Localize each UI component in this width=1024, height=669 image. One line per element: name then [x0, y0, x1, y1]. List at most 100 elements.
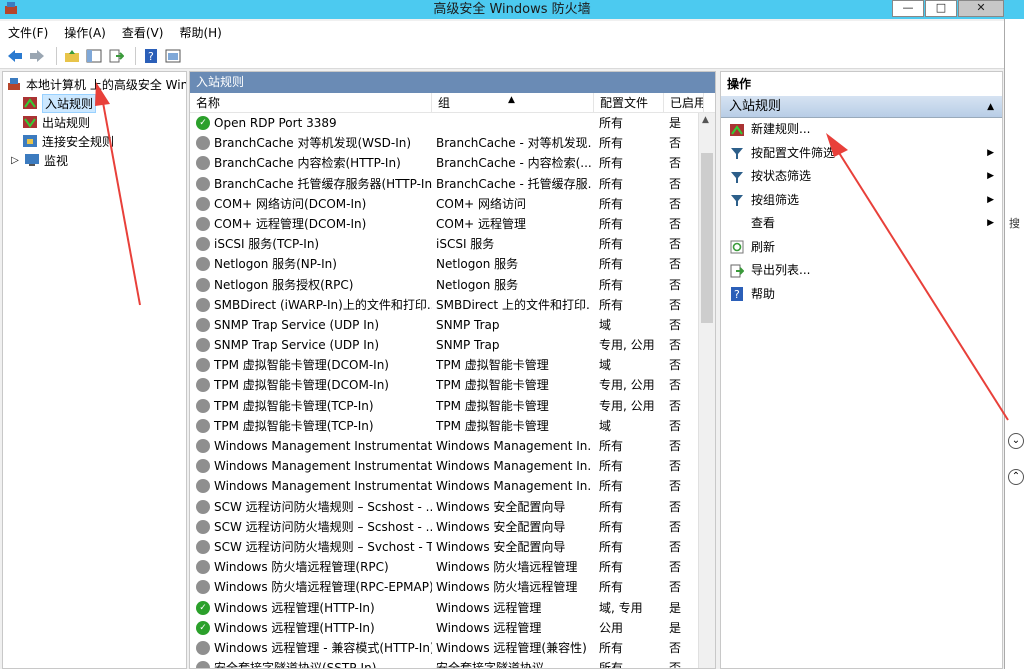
- table-row[interactable]: TPM 虚拟智能卡管理(TCP-In) TPM 虚拟智能卡管理 专用, 公用否: [190, 396, 715, 416]
- back-arrow-icon[interactable]: [6, 47, 24, 65]
- menu-action[interactable]: 操作(A): [64, 24, 106, 41]
- maximize-button[interactable]: □: [925, 0, 957, 17]
- window-controls: — □ ✕: [891, 0, 1004, 19]
- table-row[interactable]: Windows Management Instrumentati... Windo…: [190, 436, 715, 456]
- table-row[interactable]: BranchCache 内容检索(HTTP-In) BranchCache - 内…: [190, 153, 715, 173]
- table-row[interactable]: Windows 防火墙远程管理(RPC) Windows 防火墙远程管理 所有 否: [190, 557, 715, 577]
- table-row[interactable]: ✓ Windows 远程管理(HTTP-In) Windows 远程管理 域, 专用 是: [190, 598, 715, 618]
- tree-item-monitoring[interactable]: ▷ 监视: [10, 151, 68, 169]
- minimize-button[interactable]: —: [892, 0, 924, 17]
- column-profile[interactable]: 配置文件: [594, 93, 664, 113]
- action-label: 按配置文件筛选: [751, 145, 836, 160]
- up-folder-icon[interactable]: [63, 47, 81, 65]
- rule-name: Windows 防火墙远程管理(RPC-EPMAP): [214, 580, 432, 595]
- action-item[interactable]: 查看 ▶: [721, 212, 1002, 236]
- rule-enabled: 否: [669, 580, 682, 595]
- tree-root[interactable]: 本地计算机 上的高级安全 Windows 防火墙: [6, 75, 187, 93]
- vertical-scrollbar[interactable]: ▲: [698, 113, 715, 668]
- scrollbar-thumb[interactable]: [701, 153, 713, 323]
- tree-root-label: 本地计算机 上的高级安全 Windows 防火墙: [26, 77, 187, 92]
- table-row[interactable]: COM+ 网络访问(DCOM-In) COM+ 网络访问 所有 否: [190, 194, 715, 214]
- background-window-fragment: 搜: [1009, 217, 1020, 230]
- table-row[interactable]: BranchCache 对等机发现(WSD-In) BranchCache - 对…: [190, 133, 715, 153]
- scroll-up-icon[interactable]: ▲: [702, 115, 709, 125]
- help-icon[interactable]: ?: [142, 47, 160, 65]
- submenu-arrow-icon: ▶: [987, 147, 994, 158]
- column-name[interactable]: 名称: [190, 93, 432, 113]
- export-list-icon[interactable]: [107, 47, 125, 65]
- action-item[interactable]: 按状态筛选 ▶: [721, 165, 1002, 189]
- menu-file[interactable]: 文件(F): [8, 24, 48, 41]
- rule-enabled: 否: [669, 196, 682, 211]
- rule-enabled: 否: [669, 398, 682, 413]
- show-hide-tree-icon[interactable]: [85, 47, 103, 65]
- rule-profile: 所有: [599, 297, 624, 312]
- rule-name: Windows Management Instrumentati...: [214, 439, 432, 453]
- table-row[interactable]: ✓ Windows 远程管理(HTTP-In) Windows 远程管理 公用 是: [190, 618, 715, 638]
- rule-disabled-icon: [196, 156, 210, 171]
- menu-view[interactable]: 查看(V): [122, 24, 164, 41]
- menu-help[interactable]: 帮助(H): [179, 24, 221, 41]
- action-item[interactable]: 刷新: [721, 236, 1002, 260]
- table-row[interactable]: iSCSI 服务(TCP-In) iSCSI 服务 所有 否: [190, 234, 715, 254]
- action-item[interactable]: 导出列表...: [721, 259, 1002, 283]
- table-row[interactable]: 安全套接字隧道协议(SSTP-In) 安全套接字隧道协议 所有 否: [190, 658, 715, 669]
- rule-enabled: 否: [669, 237, 682, 252]
- rule-name-cell: Netlogon 服务(NP-In): [196, 254, 432, 274]
- table-row[interactable]: Windows Management Instrumentati... Windo…: [190, 456, 715, 476]
- outbound-rules-icon: [22, 115, 38, 129]
- action-item[interactable]: 按组筛选 ▶: [721, 189, 1002, 213]
- table-row[interactable]: SCW 远程访问防火墙规则 – Scshost - ... Windows 安全配…: [190, 517, 715, 537]
- rule-enabled: 否: [669, 499, 682, 514]
- table-row[interactable]: TPM 虚拟智能卡管理(DCOM-In) TPM 虚拟智能卡管理 域 否: [190, 355, 715, 375]
- rule-disabled-icon: [196, 216, 210, 231]
- pane-title: 入站规则: [190, 72, 715, 93]
- rule-group: Windows 安全配置向导: [436, 519, 566, 534]
- table-row[interactable]: TPM 虚拟智能卡管理(TCP-In) TPM 虚拟智能卡管理 域 否: [190, 416, 715, 436]
- table-row[interactable]: ✓ Open RDP Port 3389 所有 是: [190, 113, 715, 133]
- table-row[interactable]: COM+ 远程管理(DCOM-In) COM+ 远程管理 所有 否: [190, 214, 715, 234]
- table-row[interactable]: Windows 防火墙远程管理(RPC-EPMAP) Windows 防火墙远程管…: [190, 577, 715, 597]
- rule-disabled-icon: [196, 459, 210, 474]
- table-row[interactable]: Netlogon 服务授权(RPC) Netlogon 服务 所有 否: [190, 275, 715, 295]
- action-item[interactable]: ? 帮助: [721, 283, 1002, 307]
- table-row[interactable]: BranchCache 托管缓存服务器(HTTP-In) BranchCache …: [190, 174, 715, 194]
- properties-icon[interactable]: [164, 47, 182, 65]
- rule-profile: 域, 专用: [599, 600, 643, 615]
- table-row[interactable]: SNMP Trap Service (UDP In) SNMP Trap 专用, 公…: [190, 335, 715, 355]
- rule-profile: 所有: [599, 277, 624, 292]
- expand-chevron-icon[interactable]: ▷: [10, 153, 20, 167]
- table-row[interactable]: SMBDirect (iWARP-In)上的文件和打印... SMBDirect …: [190, 295, 715, 315]
- column-enabled[interactable]: 已启用: [664, 93, 704, 113]
- rule-profile: 所有: [599, 580, 624, 595]
- rule-name: COM+ 远程管理(DCOM-In): [214, 216, 367, 231]
- action-label: 帮助: [751, 286, 776, 301]
- table-row[interactable]: TPM 虚拟智能卡管理(DCOM-In) TPM 虚拟智能卡管理 专用, 公用否: [190, 375, 715, 395]
- table-row[interactable]: Windows Management Instrumentati... Windo…: [190, 476, 715, 496]
- table-row[interactable]: SCW 远程访问防火墙规则 – Svchost - T... Windows 安全…: [190, 537, 715, 557]
- table-row[interactable]: SNMP Trap Service (UDP In) SNMP Trap 域 否: [190, 315, 715, 335]
- table-row[interactable]: Netlogon 服务(NP-In) Netlogon 服务 所有 否: [190, 254, 715, 274]
- rule-enabled: 否: [669, 338, 682, 353]
- chevron-down-icon[interactable]: ⌄: [1008, 433, 1024, 449]
- tree-item-connection-security-rules[interactable]: 连接安全规则: [22, 132, 114, 150]
- rule-group: 安全套接字隧道协议: [436, 661, 545, 669]
- action-item[interactable]: 新建规则...: [721, 118, 1002, 142]
- rule-name-cell: BranchCache 内容检索(HTTP-In): [196, 153, 432, 173]
- tree-item-outbound-rules[interactable]: 出站规则: [22, 113, 90, 131]
- rule-enabled: 否: [669, 358, 682, 373]
- collapse-caret-icon[interactable]: ▲: [987, 96, 994, 118]
- forward-arrow-icon[interactable]: [28, 47, 46, 65]
- tree-item-inbound-rules[interactable]: 入站规则: [22, 93, 97, 113]
- action-item[interactable]: 按配置文件筛选 ▶: [721, 142, 1002, 166]
- rule-name: TPM 虚拟智能卡管理(DCOM-In): [214, 358, 389, 373]
- rule-name-cell: iSCSI 服务(TCP-In): [196, 234, 432, 254]
- actions-section-inbound-rules[interactable]: 入站规则 ▲: [721, 96, 1002, 118]
- table-row[interactable]: SCW 远程访问防火墙规则 – Scshost - ... Windows 安全配…: [190, 497, 715, 517]
- table-row[interactable]: Windows 远程管理 - 兼容模式(HTTP-In) Windows 远程管理…: [190, 638, 715, 658]
- rule-group: Windows Management In...: [436, 459, 591, 474]
- close-button[interactable]: ✕: [958, 0, 1004, 17]
- rule-disabled-icon: [196, 257, 210, 272]
- chevron-up-icon[interactable]: ⌃: [1008, 469, 1024, 485]
- title-bar: 高级安全 Windows 防火墙 — □ ✕: [0, 0, 1024, 19]
